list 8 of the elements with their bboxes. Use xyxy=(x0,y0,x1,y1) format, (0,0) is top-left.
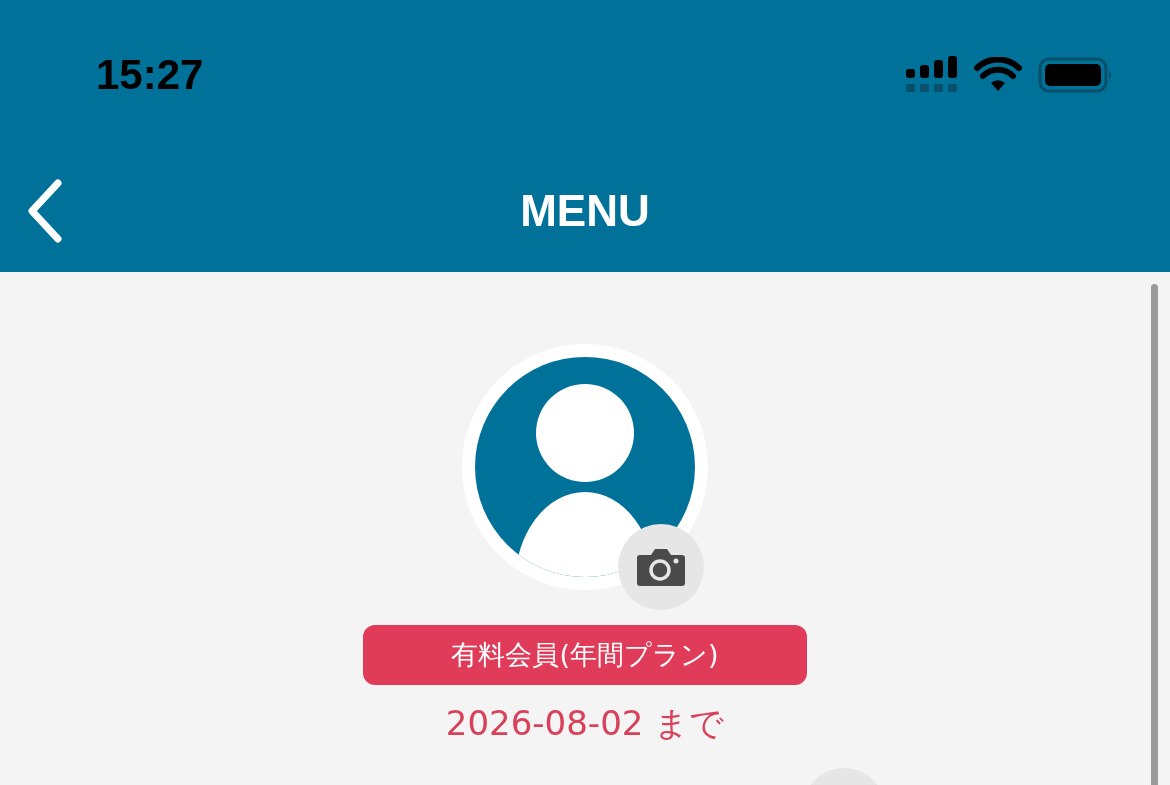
battery-icon xyxy=(1038,57,1114,93)
expiry-date: 2026-08-02 まで xyxy=(445,702,725,745)
signal-icon xyxy=(906,56,958,94)
screen-title: MENU xyxy=(520,186,650,236)
wifi-icon xyxy=(974,57,1022,93)
membership-badge: 有料会員(年間プラン) xyxy=(363,625,807,685)
status-time: 15:27 xyxy=(96,51,204,99)
camera-icon xyxy=(636,547,686,587)
